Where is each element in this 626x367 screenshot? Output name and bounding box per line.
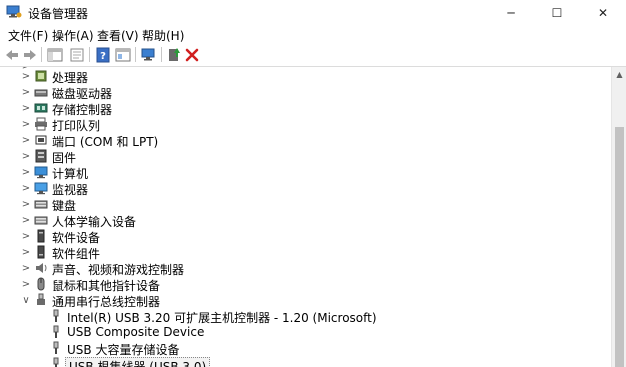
- expand-arrow-icon[interactable]: >: [21, 102, 31, 114]
- close-button[interactable]: ✕: [580, 0, 626, 25]
- properties-button[interactable]: [68, 46, 86, 63]
- expand-arrow-icon[interactable]: >: [21, 246, 31, 258]
- usb-device-icon: [53, 325, 59, 338]
- expand-arrow-icon[interactable]: >: [21, 134, 31, 146]
- forward-button[interactable]: [21, 46, 39, 63]
- scroll-up-arrow-icon[interactable]: ▲: [612, 67, 626, 82]
- monitor-icon: [34, 182, 48, 195]
- uninstall-icon: [185, 48, 199, 61]
- maximize-button[interactable]: ☐: [534, 0, 580, 25]
- toolbar-separator: [41, 47, 42, 62]
- toolbar-separator: [89, 47, 90, 62]
- menu-action[interactable]: 操作(A): [50, 27, 96, 44]
- device-view-icon: [115, 48, 131, 61]
- tree-item-monitor[interactable]: > 监视器: [0, 180, 611, 197]
- uninstall-button[interactable]: [183, 46, 201, 63]
- help-icon: ?: [96, 47, 110, 62]
- tree-item-storage[interactable]: > 存储控制器: [0, 100, 611, 118]
- usb-device-icon: [53, 309, 59, 322]
- window-title: 设备管理器: [28, 7, 89, 21]
- expand-arrow-icon[interactable]: >: [21, 166, 31, 178]
- device-tree: > > 处理器 > 磁盘驱动器 > 存储控制器 > 打印队列 > 端口 (COM…: [0, 67, 611, 367]
- expand-arrow-icon[interactable]: >: [21, 230, 31, 242]
- expand-arrow-icon[interactable]: >: [21, 262, 31, 274]
- scan-button[interactable]: [140, 46, 158, 63]
- properties-icon: [70, 48, 84, 61]
- storage-controller-icon: [34, 103, 48, 113]
- tree-item-usb-mass-storage[interactable]: USB 大容量存储设备: [0, 340, 611, 357]
- computer-icon: [34, 166, 48, 179]
- menu-file[interactable]: 文件(F): [6, 27, 50, 44]
- close-icon: ✕: [597, 5, 609, 20]
- back-button[interactable]: [3, 46, 21, 63]
- menu-help[interactable]: 帮助(H): [140, 27, 186, 44]
- expand-arrow-icon[interactable]: >: [21, 118, 31, 130]
- scrollbar-thumb[interactable]: [615, 127, 624, 367]
- tree-item-computer[interactable]: > 计算机: [0, 164, 611, 181]
- tree-item-print-queue[interactable]: > 打印队列: [0, 116, 611, 133]
- tree-item-software-device[interactable]: > 软件设备: [0, 228, 611, 245]
- print-queue-icon: [35, 117, 47, 131]
- device-manager-window: 设备管理器 ─ ☐ ✕ 文件(F) 操作(A) 查看(V) 帮助(H) ? > …: [0, 0, 626, 367]
- tree-item-label-selected: USB 根集线器 (USB 3.0): [65, 357, 211, 367]
- scan-hardware-icon: [141, 48, 155, 60]
- tree-item-sound[interactable]: > 声音、视频和游戏控制器: [0, 260, 611, 278]
- expand-arrow-icon[interactable]: >: [21, 70, 31, 82]
- expand-arrow-icon[interactable]: >: [21, 198, 31, 210]
- tree-item-disk[interactable]: > 磁盘驱动器: [0, 84, 611, 102]
- toolbar: ?: [0, 44, 626, 67]
- toolbar-separator: [135, 47, 136, 62]
- port-icon: [35, 135, 47, 145]
- maximize-icon: ☐: [551, 5, 563, 20]
- help-button[interactable]: ?: [94, 46, 112, 63]
- forward-arrow-icon: [24, 49, 36, 60]
- tree-item-keyboard[interactable]: > 键盘: [0, 196, 611, 214]
- console-tree-button[interactable]: [46, 46, 64, 63]
- usb-device-icon: [53, 341, 59, 354]
- expand-arrow-icon[interactable]: >: [21, 214, 31, 226]
- tree-item-software-component[interactable]: > 软件组件: [0, 244, 611, 261]
- toolbar-separator: [161, 47, 162, 62]
- minimize-button[interactable]: ─: [488, 0, 534, 25]
- mouse-icon: [37, 277, 45, 291]
- minimize-icon: ─: [507, 5, 515, 20]
- tree-item-usb-controllers[interactable]: ∨ 通用串行总线控制器: [0, 292, 611, 309]
- tree-item-mouse[interactable]: > 鼠标和其他指针设备: [0, 276, 611, 293]
- expand-arrow-icon[interactable]: >: [21, 86, 31, 98]
- software-component-icon: [37, 245, 45, 259]
- tree-item-ports[interactable]: > 端口 (COM 和 LPT): [0, 132, 611, 150]
- tree-item-firmware[interactable]: > 固件: [0, 148, 611, 165]
- hid-icon: [34, 216, 48, 225]
- collapse-arrow-icon[interactable]: ∨: [21, 294, 31, 306]
- keyboard-icon: [34, 200, 48, 209]
- tree-item-processor[interactable]: > 处理器: [0, 68, 611, 85]
- expand-arrow-icon[interactable]: >: [21, 182, 31, 194]
- processor-icon: [35, 70, 47, 82]
- device-manager-app-icon: [6, 5, 22, 18]
- view-button[interactable]: [114, 46, 132, 63]
- menu-view[interactable]: 查看(V): [95, 27, 141, 44]
- firmware-icon: [35, 149, 47, 163]
- menu-bar: 文件(F) 操作(A) 查看(V) 帮助(H): [0, 26, 626, 44]
- svg-text:?: ?: [100, 51, 106, 62]
- tree-item-hid[interactable]: > 人体学输入设备: [0, 212, 611, 230]
- tree-item-usb-root-hub[interactable]: USB 根集线器 (USB 3.0): [0, 356, 611, 367]
- update-driver-button[interactable]: [165, 46, 183, 63]
- software-device-icon: [37, 229, 45, 243]
- update-driver-icon: [169, 47, 180, 61]
- tree-item-label: USB Composite Device: [67, 325, 205, 339]
- back-arrow-icon: [6, 49, 18, 60]
- sound-icon: [36, 263, 47, 273]
- usb-device-icon: [53, 357, 59, 367]
- usb-controller-icon: [37, 293, 45, 305]
- expand-arrow-icon[interactable]: >: [21, 150, 31, 162]
- expand-arrow-icon[interactable]: >: [21, 278, 31, 290]
- show-hide-console-tree-icon: [47, 48, 63, 61]
- disk-drive-icon: [34, 89, 48, 97]
- tree-item-usb-host-controller[interactable]: Intel(R) USB 3.20 可扩展主机控制器 - 1.20 (Micro…: [0, 308, 611, 325]
- tree-item-usb-composite[interactable]: USB Composite Device: [0, 324, 611, 340]
- vertical-scrollbar[interactable]: ▲: [611, 67, 626, 367]
- title-bar[interactable]: 设备管理器 ─ ☐ ✕: [0, 0, 626, 25]
